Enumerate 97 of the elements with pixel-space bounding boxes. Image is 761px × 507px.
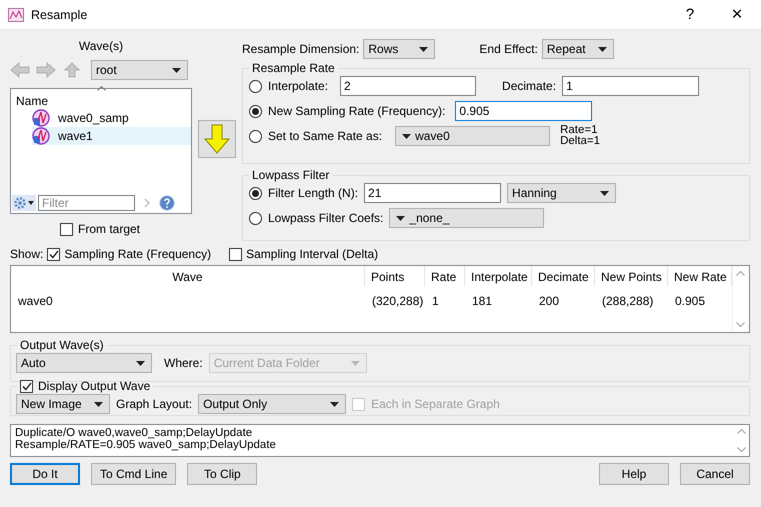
command-line: Duplicate/O wave0,wave0_samp;DelayUpdate	[15, 428, 254, 440]
group-title: Output Wave(s)	[19, 338, 105, 352]
end-effect-dropdown[interactable]: Repeat	[542, 39, 614, 59]
caret-icon	[396, 216, 406, 220]
checkbox[interactable]	[47, 248, 60, 260]
up-arrow-icon[interactable]	[62, 62, 82, 78]
checkbox[interactable]	[60, 222, 73, 236]
wave-dropdown[interactable]: wave0	[395, 126, 550, 146]
checkbox[interactable]	[20, 380, 33, 392]
checkbox-label: Each in Separate Graph	[371, 397, 500, 411]
column-header[interactable]: Wave	[11, 266, 365, 286]
input-field[interactable]: 21	[364, 183, 502, 203]
close-button[interactable]: ×	[713, 4, 761, 26]
coefs-dropdown[interactable]: _none_	[389, 208, 544, 228]
dialog-button[interactable]: To Clip	[187, 463, 258, 485]
field-label: End Effect:	[479, 42, 538, 56]
checkbox-label: Display Output Wave	[38, 379, 150, 393]
checkbox[interactable]	[229, 248, 242, 260]
table-cell-text: 200	[538, 293, 560, 310]
radio-button[interactable]	[249, 80, 262, 92]
right-arrow-icon[interactable]	[36, 62, 56, 78]
radio-button[interactable]	[249, 130, 262, 142]
down-arrow-icon	[204, 124, 230, 154]
caret-icon	[350, 360, 360, 366]
caret-icon	[172, 68, 181, 72]
checkbox-label: Sampling Rate (Frequency)	[64, 247, 212, 261]
scroll-up-icon[interactable]	[736, 429, 746, 434]
window-dropdown[interactable]: Hanning	[507, 183, 616, 203]
input-field[interactable]: 1	[562, 76, 700, 96]
input-field[interactable]: 0.905	[455, 101, 592, 121]
caret-icon	[136, 360, 145, 366]
column-header[interactable]: New Points	[595, 266, 668, 286]
table-cell-text: 0.905	[674, 293, 706, 310]
caret-icon	[402, 134, 412, 138]
field-label: Interpolate:	[268, 79, 328, 93]
layout-dropdown[interactable]: Output Only	[198, 394, 346, 414]
radio-button[interactable]	[249, 212, 262, 224]
caret-icon	[600, 190, 610, 196]
window-title: Resample	[31, 8, 88, 22]
caret-icon	[598, 46, 607, 52]
input-field[interactable]: 2	[340, 76, 476, 96]
list-item[interactable]: wave1	[32, 127, 191, 145]
table-cell-text: 181	[471, 293, 494, 310]
help-button[interactable]: ?	[667, 6, 713, 23]
caret-icon	[330, 402, 340, 406]
scroll-up-icon[interactable]	[736, 271, 745, 276]
add-button[interactable]	[198, 120, 236, 158]
field-label: Filter Length (N):	[268, 186, 358, 200]
caret-icon	[94, 402, 103, 406]
list-item[interactable]: wave0_samp	[32, 109, 191, 127]
column-header[interactable]: Rate	[425, 266, 465, 286]
table-cell-text: wave0	[17, 293, 54, 310]
gear-icon[interactable]	[12, 195, 36, 211]
dialog-button[interactable]: Cancel	[680, 463, 750, 485]
command-line: Resample/RATE=0.905 wave0_samp;DelayUpdate	[15, 440, 277, 451]
group-title: Lowpass Filter	[251, 168, 330, 182]
filter-field[interactable]: Filter	[38, 195, 135, 211]
dialog-button[interactable]: Help	[599, 463, 669, 485]
field-label: Resample Dimension:	[242, 42, 360, 56]
scroll-down-icon[interactable]	[736, 447, 746, 452]
field-label: New Sampling Rate (Frequency):	[268, 104, 446, 118]
mode-dropdown[interactable]: New Image	[16, 394, 110, 414]
dialog-button[interactable]: To Cmd Line	[91, 463, 176, 485]
left-arrow-icon[interactable]	[10, 62, 30, 78]
wave-icon	[32, 127, 50, 145]
radio-button[interactable]	[249, 186, 262, 200]
scroll-down-icon[interactable]	[736, 322, 745, 327]
checkbox-label: Sampling Interval (Delta)	[246, 247, 378, 261]
info-text: Rate=1	[560, 125, 598, 136]
dimension-dropdown[interactable]: Rows	[363, 39, 436, 59]
column-header[interactable]: Points	[365, 266, 425, 286]
field-label: Decimate:	[502, 79, 556, 93]
column-header[interactable]: Interpolate	[465, 266, 532, 286]
output-dropdown[interactable]: Auto	[16, 353, 152, 373]
sort-icon	[97, 86, 106, 91]
field-label: Where:	[164, 356, 203, 370]
column-header[interactable]: Decimate	[532, 266, 595, 286]
caret-icon	[419, 46, 428, 52]
table-cell-text: (320,288)	[371, 293, 424, 310]
dialog-button[interactable]: Do It	[10, 463, 80, 485]
help-icon[interactable]	[159, 195, 175, 211]
field-label: Set to Same Rate as:	[268, 129, 382, 143]
field-label: Graph Layout:	[116, 397, 192, 411]
table-cell-text: (288,288)	[601, 293, 654, 310]
column-header[interactable]: Name	[11, 89, 191, 109]
info-text: Delta=1	[560, 136, 600, 147]
app-icon	[8, 8, 24, 22]
group-title: Resample Rate	[251, 61, 336, 75]
radio-button[interactable]	[249, 104, 262, 118]
folder-dropdown[interactable]: root	[91, 60, 188, 80]
field-label: Show:	[10, 247, 44, 261]
checkbox-label: From target	[78, 222, 140, 236]
panel-title: Wave(s)	[78, 39, 124, 53]
wave-icon	[32, 109, 50, 127]
table-cell-text: 1	[431, 293, 440, 310]
command-box[interactable]: Duplicate/O wave0,wave0_samp;DelayUpdate Resample/RATE=0.905 wave0_samp;DelayUpdate	[10, 424, 750, 457]
field-label: Lowpass Filter Coefs:	[268, 211, 384, 225]
